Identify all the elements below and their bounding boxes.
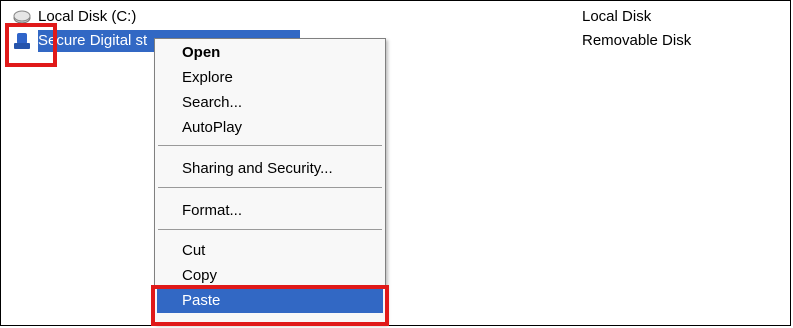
context-menu: Open Explore Search... AutoPlay Sharing … [154,38,386,324]
menu-item-autoplay[interactable]: AutoPlay [182,116,242,140]
menu-separator [158,229,382,230]
red-highlight-box-drive-icon [5,23,57,67]
menu-separator [158,145,382,146]
drive-row-local-disk[interactable]: Local Disk (C:) Local Disk [6,6,787,28]
menu-item-format[interactable]: Format... [182,199,242,223]
drive-list: Local Disk (C:) Local Disk Secure Digita… [0,0,793,328]
drive-row-secure-digital[interactable]: Secure Digital st Removable Disk [6,30,787,52]
menu-separator [158,187,382,188]
menu-item-explore[interactable]: Explore [182,66,233,90]
drive-type: Removable Disk [582,32,692,49]
menu-item-cut[interactable]: Cut [182,239,205,263]
menu-item-sharing-security[interactable]: Sharing and Security... [182,157,333,181]
red-highlight-box-paste [151,285,389,326]
menu-item-search[interactable]: Search... [182,91,242,115]
menu-item-open[interactable]: Open [182,41,220,65]
drive-type: Local Disk [582,8,652,25]
